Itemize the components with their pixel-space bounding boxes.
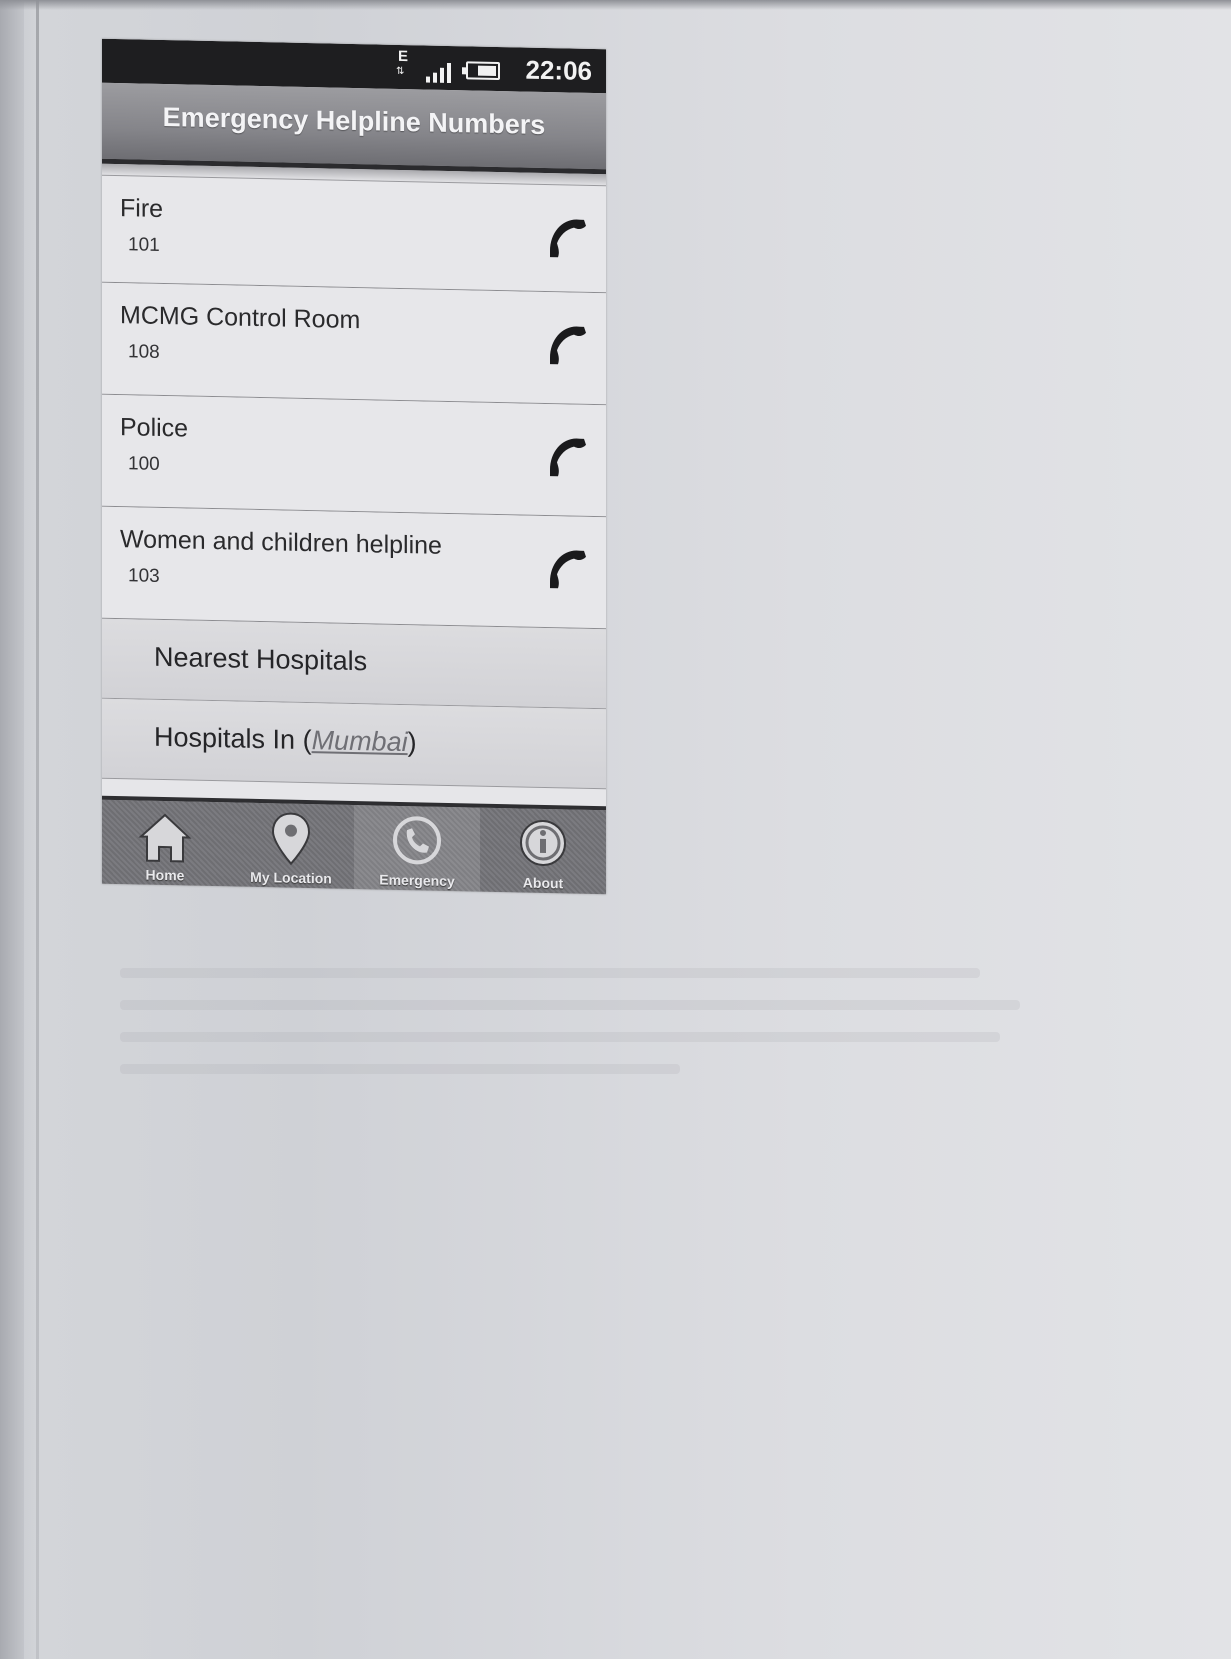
phone-icon[interactable]: [544, 213, 588, 264]
hospitals-in-suffix: ): [407, 727, 417, 758]
bleed-through-line: [120, 1000, 1020, 1010]
hospitals-in-city-label: Hospitals In (Mumbai): [154, 722, 417, 759]
info-icon: [520, 819, 566, 866]
phone-icon[interactable]: [544, 320, 588, 371]
tab-label: About: [522, 874, 564, 892]
battery-icon: [466, 61, 500, 81]
bleed-through-line: [120, 1064, 680, 1074]
helpline-list: Fire 101 MCMG Control Room 108 Police 10…: [102, 174, 606, 790]
app-header: Emergency Helpline Numbers: [102, 82, 606, 175]
home-icon: [138, 813, 192, 863]
nearest-hospitals-label: Nearest Hospitals: [154, 641, 368, 677]
phone-icon[interactable]: [544, 544, 588, 595]
status-clock: 22:06: [525, 54, 593, 86]
nearest-hospitals-button[interactable]: Nearest Hospitals: [102, 618, 606, 710]
hospitals-in-prefix: Hospitals In (: [154, 721, 312, 756]
tab-label: My Location: [250, 868, 332, 887]
data-activity-icon: ⇅: [396, 65, 405, 78]
helpline-item-police[interactable]: Police 100: [102, 394, 606, 518]
tab-about[interactable]: About: [480, 808, 606, 895]
location-pin-icon: [271, 812, 311, 866]
bleed-through-line: [120, 968, 980, 978]
paper-edge: [0, 0, 24, 1659]
status-icons: E ⇅: [396, 47, 506, 84]
helpline-number: 108: [128, 341, 160, 363]
helpline-name: Police: [120, 413, 189, 443]
tab-home[interactable]: Home: [102, 800, 228, 887]
page-title: Emergency Helpline Numbers: [162, 101, 546, 141]
helpline-name: MCMG Control Room: [120, 301, 361, 335]
tab-emergency[interactable]: Emergency: [354, 805, 480, 892]
phone-screen: E ⇅ 22:06 Emergency Helpline Numbers Fir…: [102, 38, 606, 895]
phone-icon[interactable]: [544, 432, 588, 483]
tab-my-location[interactable]: My Location: [228, 802, 354, 889]
helpline-number: 101: [128, 234, 160, 256]
helpline-item-fire[interactable]: Fire 101: [102, 174, 606, 294]
tab-label: Emergency: [379, 871, 455, 890]
paper-top-shadow: [0, 0, 1231, 10]
bottom-tab-bar: Home My Location Emergency About: [102, 795, 606, 895]
signal-strength-icon: [426, 61, 458, 84]
network-type-indicator: E: [398, 47, 409, 66]
helpline-name: Fire: [120, 194, 164, 224]
hospitals-in-city-button[interactable]: Hospitals In (Mumbai): [102, 698, 606, 790]
city-link[interactable]: Mumbai: [312, 725, 408, 757]
paper-fold: [36, 0, 39, 1659]
helpline-item-women-and-children[interactable]: Women and children helpline 103: [102, 506, 606, 630]
helpline-name: Women and children helpline: [120, 525, 442, 560]
helpline-item-mcmg-control-room[interactable]: MCMG Control Room 108: [102, 282, 606, 406]
tab-label: Home: [145, 866, 185, 884]
bleed-through-line: [120, 1032, 1000, 1042]
helpline-number: 103: [128, 565, 160, 587]
helpline-number: 100: [128, 453, 160, 475]
emergency-phone-icon: [393, 816, 441, 865]
